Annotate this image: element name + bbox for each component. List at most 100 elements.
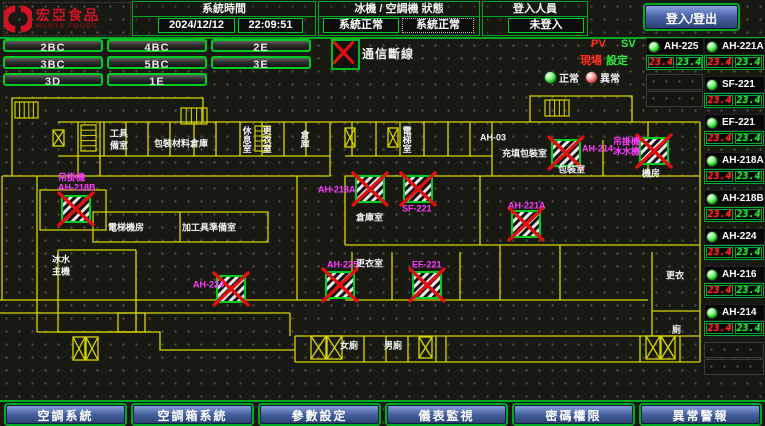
- device-sv-value: 23.4: [735, 95, 762, 106]
- wall: [652, 252, 700, 336]
- ahu-unit-ah-218a[interactable]: [353, 173, 387, 205]
- login-status-value: 未登入: [508, 18, 584, 33]
- device-entry-ah-218b[interactable]: AH-218B: [704, 190, 765, 207]
- floor-button-3bc[interactable]: 3BC: [3, 56, 103, 69]
- device-values-sf-221: 23.423.4: [704, 93, 764, 108]
- floor-button-2e[interactable]: 2E: [211, 39, 311, 52]
- room-label: 電梯機房: [108, 221, 144, 232]
- device-entry-ah-218a[interactable]: AH-218A: [704, 152, 765, 169]
- device-sv-value: 23.4: [735, 285, 762, 296]
- menu-button-4[interactable]: 儀表監視: [387, 405, 506, 424]
- floor-plan: 吊掛機AH-218BAH-218ASF-221AH-214吊掛機冰水機AH-22…: [0, 92, 702, 400]
- device-entry-sf-221[interactable]: SF-221: [704, 76, 765, 93]
- unit-label: 吊掛機: [58, 171, 85, 182]
- device-values-ah-218b: 23.423.4: [704, 207, 764, 222]
- ahu-unit-sf-221[interactable]: [401, 173, 435, 205]
- brand-logo-icon: [4, 5, 32, 33]
- brand-name: 宏亞食品: [36, 8, 100, 23]
- device-sv-value: 23.4: [676, 57, 702, 68]
- bottom-menu-bar: 空調系統空調箱系統參數設定儀表監視密碼權限異常警報: [0, 400, 765, 426]
- floor-button-3d[interactable]: 3D: [3, 73, 103, 86]
- room-label: 包裝室: [557, 163, 585, 174]
- room-label: 廁: [672, 323, 681, 334]
- device-sv-value: 23.4: [735, 323, 762, 334]
- device-values-ah-225: 23.423.4: [646, 55, 703, 70]
- floor-button-4bc[interactable]: 4BC: [107, 39, 207, 52]
- device-sv-value: 23.4: [735, 247, 762, 258]
- unit-label: AH-218B: [58, 182, 96, 192]
- device-values-ah-224: 23.423.4: [704, 245, 764, 260]
- login-logout-button[interactable]: 登入/登出: [645, 5, 738, 29]
- device-values-ah-216: 23.423.4: [704, 283, 764, 298]
- menu-button-3[interactable]: 參數設定: [260, 405, 379, 424]
- device-entry-ah-216[interactable]: AH-216: [704, 266, 765, 283]
- menu-button-5[interactable]: 密碼權限: [514, 405, 633, 424]
- ahu-unit-ah-ch[interactable]: [637, 135, 671, 167]
- device-status-lamp: [706, 155, 718, 167]
- room-label: 充填包裝室: [502, 147, 547, 158]
- plan-walls: [0, 96, 700, 362]
- room-label: 更衣室: [261, 126, 272, 153]
- shaft-icon: [73, 337, 85, 360]
- floor-button-3e[interactable]: 3E: [211, 56, 311, 69]
- room-label: 倉庫: [299, 129, 310, 149]
- device-status-lamp: [706, 79, 718, 91]
- device-pv-value: 23.4: [706, 57, 733, 68]
- shaft-icon: [419, 337, 432, 358]
- device-entry-ah-214[interactable]: AH-214: [704, 304, 765, 321]
- device-entry-ah-224[interactable]: AH-224: [704, 228, 765, 245]
- shaft-icon: [388, 128, 398, 147]
- stairs-icon: [15, 102, 38, 118]
- device-entry-ah-225[interactable]: AH-225: [646, 38, 704, 55]
- shaft-icon: [661, 336, 675, 359]
- menu-button-6[interactable]: 異常警報: [641, 405, 760, 424]
- normal-lamp-icon: [544, 71, 557, 84]
- floor-button-1e[interactable]: 1E: [107, 73, 207, 86]
- brand-name-en: HUNYA FOODS: [36, 23, 100, 30]
- room-label: 更衣室: [356, 257, 383, 268]
- pv-sub-label: 現場: [580, 52, 602, 68]
- room-label: 工具: [110, 128, 128, 138]
- room-label: 主機: [52, 265, 70, 276]
- device-entry-ah-221a[interactable]: AH-221A: [704, 38, 765, 55]
- room-label: 休息室: [241, 125, 252, 153]
- floor-button-5bc[interactable]: 5BC: [107, 56, 207, 69]
- device-pv-value: 23.4: [706, 323, 733, 334]
- ahu-status-value: 系統正常: [402, 18, 474, 33]
- device-pv-value: 23.4: [706, 133, 733, 144]
- room-label: 包裝材料倉庫: [153, 137, 208, 148]
- ahu-unit-ah-221a[interactable]: [509, 208, 543, 240]
- chiller-status-value: 系統正常: [323, 18, 399, 33]
- plan-shafts: [53, 128, 675, 360]
- device-values-ah-221a: 23.423.4: [704, 55, 764, 70]
- menu-button-2[interactable]: 空調箱系統: [133, 405, 252, 424]
- shaft-icon: [86, 337, 98, 360]
- unit-label: 冰水機: [613, 145, 640, 156]
- device-name: EF-221: [722, 117, 755, 128]
- room-label: 冰水: [52, 253, 71, 264]
- device-name: AH-216: [722, 269, 756, 280]
- device-status-lamp: [706, 231, 718, 243]
- room-label: 更衣: [666, 269, 684, 280]
- legend-normal: 正常: [544, 70, 579, 85]
- device-name: AH-214: [722, 307, 756, 318]
- menu-button-1[interactable]: 空調系統: [6, 405, 125, 424]
- shaft-icon: [53, 130, 64, 146]
- shaft-icon: [345, 128, 355, 147]
- stairs-icon: [545, 100, 569, 116]
- room-label: 男廁: [384, 339, 402, 350]
- device-sv-value: 23.4: [735, 57, 762, 68]
- floor-button-2bc[interactable]: 2BC: [3, 39, 103, 52]
- unit-label: AH-224: [193, 279, 224, 289]
- ahu-unit-ef-221[interactable]: [410, 269, 444, 301]
- device-sv-value: 23.4: [735, 171, 762, 182]
- device-name: AH-225: [664, 41, 698, 52]
- unit-label: SF-221: [402, 203, 432, 213]
- machine-status-label: 冰機 / 空調機 狀態: [319, 2, 479, 17]
- ahu-unit-ah-218b[interactable]: [59, 193, 93, 225]
- unit-label: AH-225: [327, 259, 358, 269]
- device-entry-ef-221[interactable]: EF-221: [704, 114, 765, 131]
- unit-label: AH-218A: [318, 184, 356, 194]
- ahu-unit-ah-225[interactable]: [323, 269, 357, 301]
- system-date-value: 2024/12/12: [158, 18, 235, 33]
